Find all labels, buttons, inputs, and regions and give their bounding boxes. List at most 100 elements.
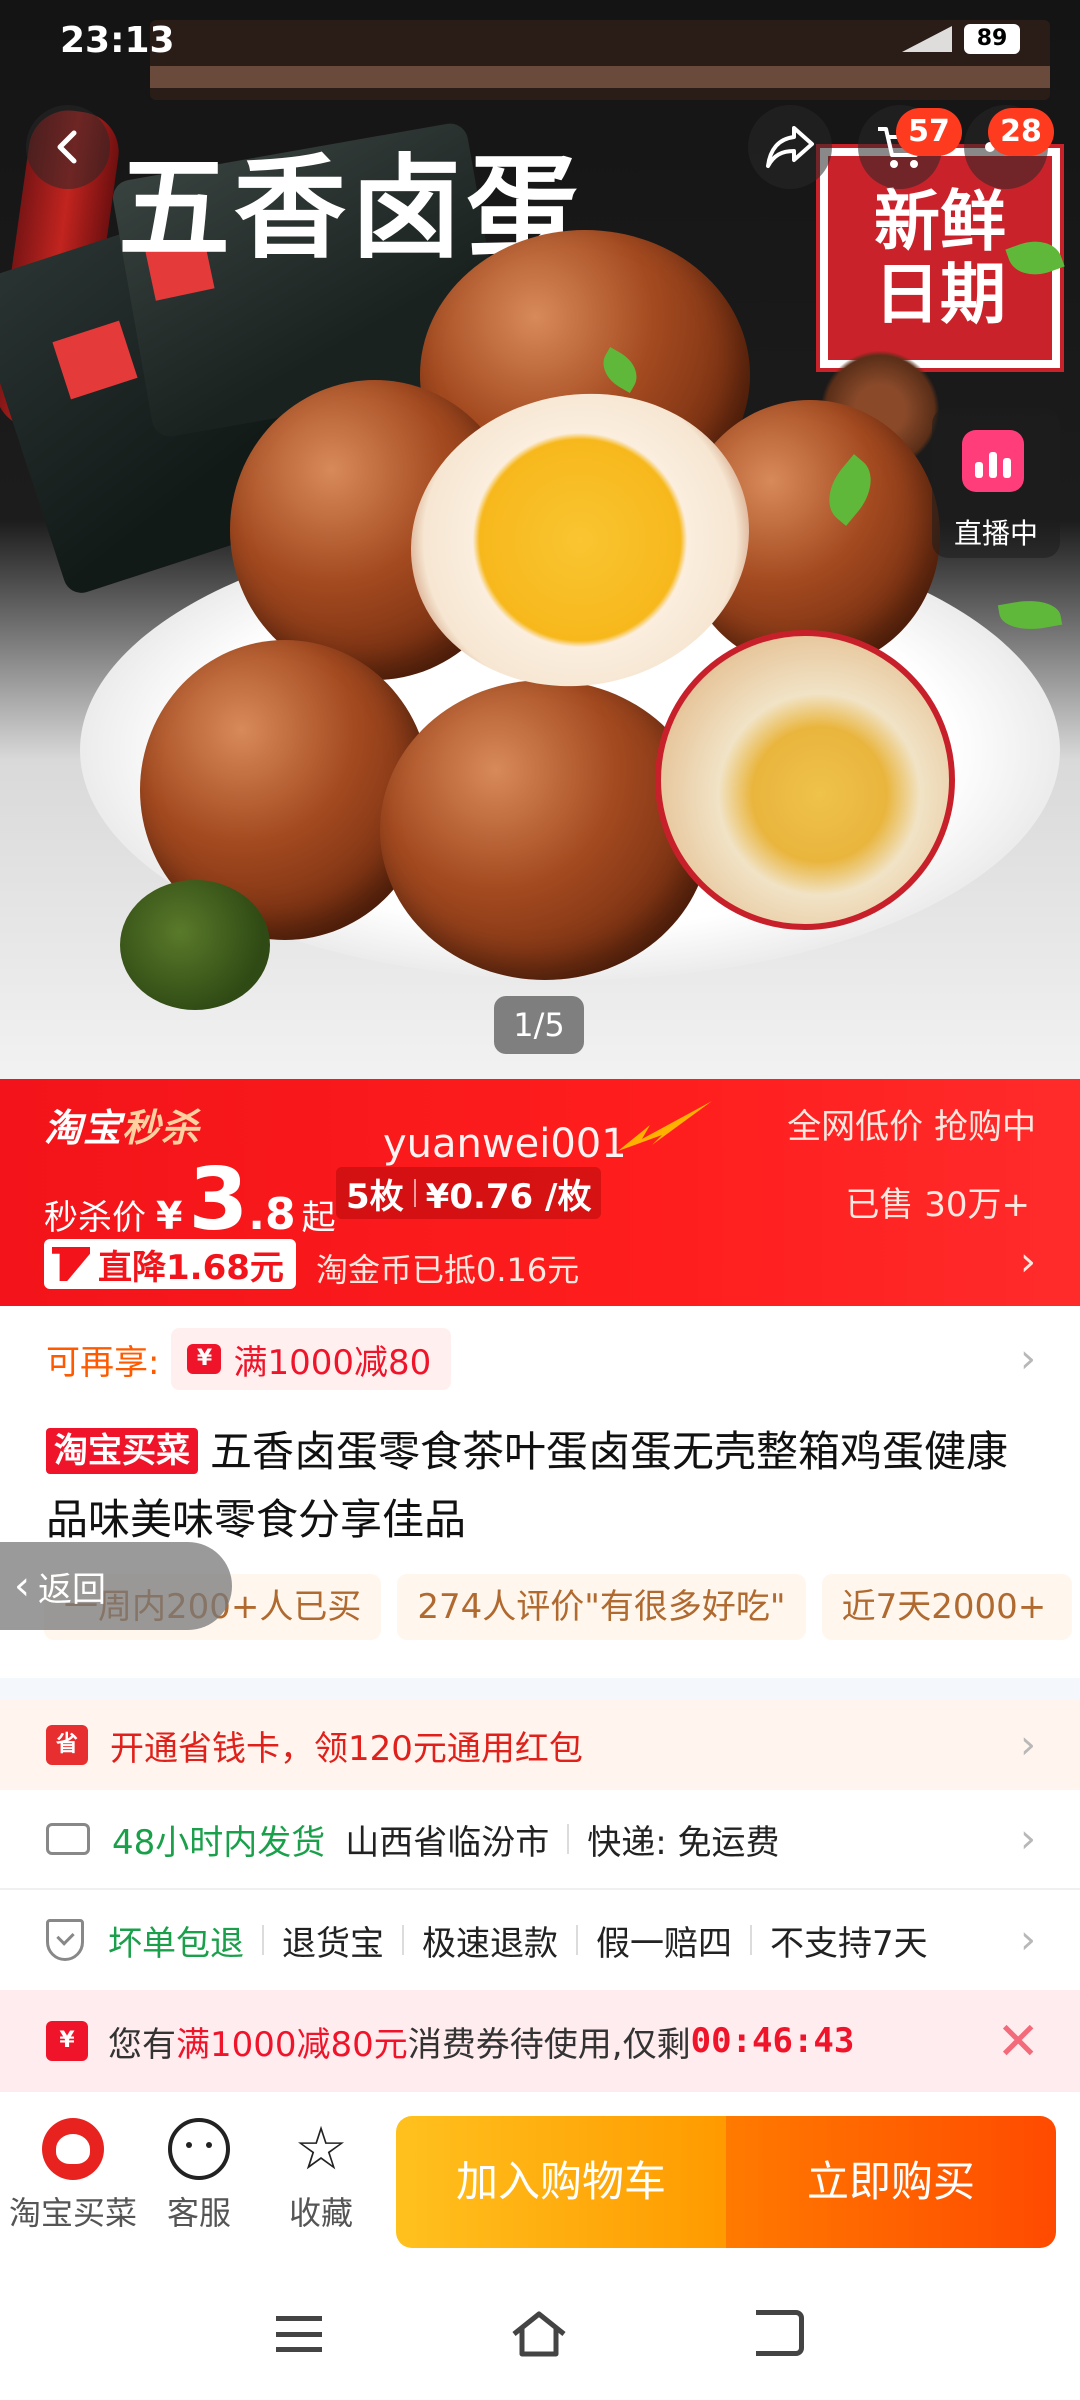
coupon-chip[interactable]: ¥ 满1000减80 xyxy=(171,1328,452,1390)
live-stream-button[interactable]: 直播中 xyxy=(932,408,1060,558)
back-button[interactable] xyxy=(26,105,110,189)
share-button[interactable] xyxy=(748,105,832,189)
floating-back-label: 返回 xyxy=(38,1569,106,1610)
savings-card-icon: 省 xyxy=(46,1725,88,1765)
star-icon: ☆ xyxy=(294,2114,348,2184)
voucher-icon: ¥ xyxy=(46,2021,88,2061)
divider xyxy=(402,1925,404,1955)
price-label: 秒杀价 xyxy=(44,1198,146,1238)
divider xyxy=(750,1925,752,1955)
coupon-icon: ¥ xyxy=(187,1344,222,1374)
unit-price: ¥0.76 /枚 xyxy=(425,1176,592,1217)
coupon-text: 满1000减80 xyxy=(233,1342,432,1383)
fresh-badge-line2: 日期 xyxy=(874,255,1006,333)
shipping-fee: 快递: 免运费 xyxy=(587,1822,780,1863)
chevron-right-icon: › xyxy=(1020,1917,1036,1963)
coin-deduction-note: 淘金币已抵0.16元 xyxy=(316,1251,580,1289)
price-drop-text: 直降1.68元 xyxy=(98,1247,284,1288)
customer-service-label: 客服 xyxy=(166,2194,231,2232)
cart-count-badge: 57 xyxy=(896,108,962,156)
flash-sale-logo: 淘宝秒杀 xyxy=(44,1097,200,1152)
guarantee-row[interactable]: 坏单包退 退货宝 极速退款 假一赔四 不支持7天 › xyxy=(0,1890,1080,1990)
store-tag: 淘宝买菜 xyxy=(46,1428,198,1474)
add-to-cart-button[interactable]: 加入购物车 xyxy=(396,2116,726,2248)
egg-image xyxy=(380,680,710,980)
product-title: 淘宝买菜 五香卤蛋零食茶叶蛋卤蛋无壳整箱鸡蛋健康品味美味零食分享佳品 xyxy=(46,1418,1036,1554)
battery-icon: 89 xyxy=(964,24,1020,54)
voucher-prefix: 您有 xyxy=(108,2024,176,2065)
voucher-reminder-bar[interactable]: ¥ 您有 满1000减80元 消费券待使用,仅剩 00:46:43 ✕ xyxy=(0,1990,1080,2092)
share-icon xyxy=(766,126,814,168)
low-price-hint: 全网低价 抢购中 xyxy=(787,1107,1036,1147)
unit-count: 5枚 xyxy=(346,1176,404,1217)
price-integer: 3 xyxy=(188,1150,249,1250)
truck-icon xyxy=(46,1823,90,1855)
status-bar: 23:13 89 xyxy=(0,0,1080,80)
chevron-right-icon: › xyxy=(1020,1722,1036,1768)
shield-icon xyxy=(46,1919,84,1961)
sale-price: 秒杀价 ¥ 3 .8 起 xyxy=(44,1157,336,1243)
chevron-right-icon: › xyxy=(1020,1239,1036,1285)
home-icon[interactable] xyxy=(510,2310,568,2358)
section-divider xyxy=(0,1678,1080,1700)
system-navigation-bar xyxy=(0,2270,1080,2400)
flash-sale-banner[interactable]: 淘宝秒杀 yuanwei001 全网低价 抢购中 秒杀价 ¥ 3 .8 起 5枚… xyxy=(0,1079,1080,1306)
egg-closeup-circle xyxy=(655,630,955,930)
shop-label: 淘宝买菜 xyxy=(8,2194,137,2232)
extra-offer-label: 可再享: xyxy=(46,1342,160,1383)
voucher-middle: 消费券待使用,仅剩 xyxy=(407,2024,691,2065)
price-decimal: .8 xyxy=(248,1189,296,1240)
extra-offer-row[interactable]: 可再享: ¥ 满1000减80 xyxy=(46,1328,452,1390)
image-pager: 1/5 xyxy=(494,996,584,1054)
divider xyxy=(576,1925,578,1955)
guarantee-item: 不支持7天 xyxy=(770,1923,928,1964)
status-icons: 89 xyxy=(902,24,1020,54)
pill-weekly-sales[interactable]: 近7天2000+ xyxy=(821,1574,1072,1640)
price-drop-tag: 直降1.68元 xyxy=(44,1239,296,1289)
guarantee-highlight: 坏单包退 xyxy=(108,1923,244,1964)
chat-face-icon xyxy=(168,2118,230,2180)
close-icon[interactable]: ✕ xyxy=(996,2012,1040,2072)
chevron-right-icon[interactable]: › xyxy=(1020,1336,1036,1382)
message-count-badge: 28 xyxy=(988,108,1054,156)
unit-price-box: 5枚 ¥0.76 /枚 xyxy=(336,1167,602,1219)
guarantee-item: 退货宝 xyxy=(282,1923,384,1964)
currency-symbol: ¥ xyxy=(156,1194,183,1238)
watermark-arrow-icon xyxy=(618,1101,712,1151)
shipping-row[interactable]: 48小时内发货 山西省临汾市 快递: 免运费 › xyxy=(0,1790,1080,1890)
divider xyxy=(567,1824,570,1854)
herb-garnish-image xyxy=(120,880,270,1010)
chevron-right-icon: › xyxy=(1020,1816,1036,1862)
shop-button[interactable]: 淘宝买菜 xyxy=(8,2118,138,2234)
price-suffix: 起 xyxy=(301,1198,336,1238)
customer-service-button[interactable]: 客服 xyxy=(134,2118,264,2234)
signal-icon xyxy=(902,26,952,52)
status-time: 23:13 xyxy=(60,20,175,61)
voucher-amount: 满1000减80元 xyxy=(176,2024,408,2065)
shipping-origin: 山西省临汾市 xyxy=(345,1822,550,1863)
favorite-label: 收藏 xyxy=(288,2194,353,2232)
back-nav-icon[interactable] xyxy=(756,2310,804,2356)
guarantee-item: 假一赔四 xyxy=(596,1923,732,1964)
buy-now-button[interactable]: 立即购买 xyxy=(726,2116,1056,2248)
shipping-time: 48小时内发货 xyxy=(112,1822,326,1863)
divider xyxy=(262,1925,264,1955)
menu-icon[interactable] xyxy=(276,2316,322,2352)
savings-card-text: 开通省钱卡，领120元通用红包 xyxy=(110,1728,583,1769)
leaf-image xyxy=(997,595,1063,635)
unit-divider xyxy=(413,1179,416,1207)
live-label: 直播中 xyxy=(953,517,1038,550)
favorite-button[interactable]: ☆ 收藏 xyxy=(256,2118,386,2234)
fresh-badge-line1: 新鲜 xyxy=(874,182,1006,261)
store-logo-icon xyxy=(42,2118,104,2180)
chevron-left-icon: ‹ xyxy=(14,1563,30,1609)
watermark-text: yuanwei001 xyxy=(383,1121,627,1167)
savings-card-row[interactable]: 省 开通省钱卡，领120元通用红包 › xyxy=(0,1700,1080,1790)
price-drop-arrow-icon xyxy=(52,1247,90,1281)
guarantee-item: 极速退款 xyxy=(422,1923,558,1964)
flash-sale-logo-part2: 秒杀 xyxy=(122,1106,201,1150)
pill-reviews[interactable]: 274人评价"有很多好吃" xyxy=(397,1574,806,1640)
voucher-countdown: 00:46:43 xyxy=(690,2021,855,2061)
chevron-left-icon xyxy=(57,130,77,164)
floating-back-button[interactable]: ‹ 返回 xyxy=(0,1542,232,1630)
